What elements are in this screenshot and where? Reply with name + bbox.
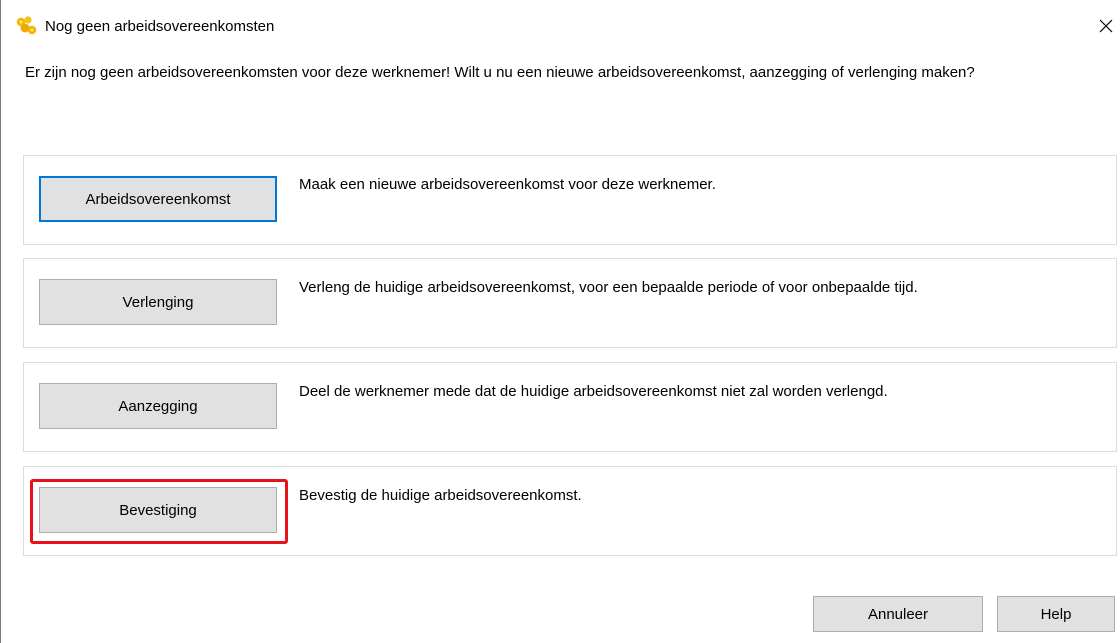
option-description: Maak een nieuwe arbeidsovereenkomst voor…: [299, 176, 716, 193]
close-button[interactable]: [1093, 10, 1120, 42]
option-description: Verleng de huidige arbeidsovereenkomst, …: [299, 279, 918, 296]
option-panel-bevestiging: Bevestiging Bevestig de huidige arbeidso…: [23, 466, 1117, 556]
verlenging-button[interactable]: Verlenging: [39, 279, 277, 325]
aanzegging-button[interactable]: Aanzegging: [39, 383, 277, 429]
dialog-window: Nog geen arbeidsovereenkomsten Er zijn n…: [0, 0, 1120, 643]
option-panel-arbeidsovereenkomst: Arbeidsovereenkomst Maak een nieuwe arbe…: [23, 155, 1117, 245]
close-icon: [1099, 19, 1113, 33]
option-panel-verlenging: Verlenging Verleng de huidige arbeidsove…: [23, 258, 1117, 348]
window-title: Nog geen arbeidsovereenkomsten: [45, 18, 275, 35]
intro-message: Er zijn nog geen arbeidsovereenkomsten v…: [25, 64, 975, 81]
help-button[interactable]: Help: [997, 596, 1115, 632]
title-bar: Nog geen arbeidsovereenkomsten: [1, 0, 1120, 52]
cancel-button[interactable]: Annuleer: [813, 596, 983, 632]
option-description: Bevestig de huidige arbeidsovereenkomst.: [299, 487, 582, 504]
option-description: Deel de werknemer mede dat de huidige ar…: [299, 383, 888, 400]
app-logo-icon: [14, 15, 38, 39]
arbeidsovereenkomst-button[interactable]: Arbeidsovereenkomst: [39, 176, 277, 222]
option-panel-aanzegging: Aanzegging Deel de werknemer mede dat de…: [23, 362, 1117, 452]
bevestiging-button[interactable]: Bevestiging: [39, 487, 277, 533]
